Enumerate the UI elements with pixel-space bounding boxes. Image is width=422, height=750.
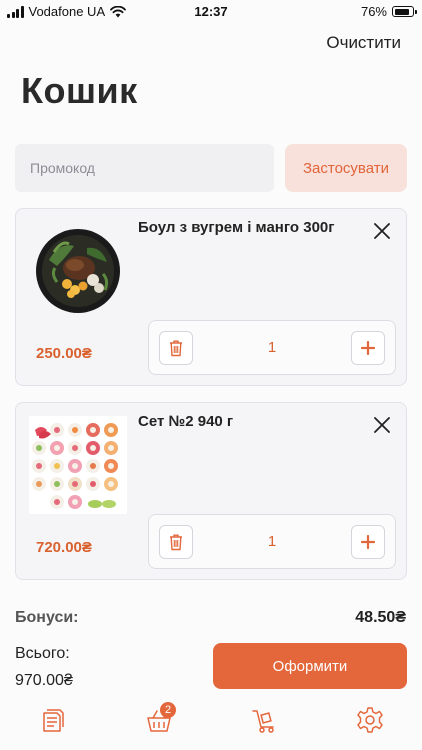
increase-quantity-button[interactable] — [351, 525, 385, 559]
battery-percent: 76% — [360, 4, 387, 19]
cart-count-badge: 2 — [160, 702, 176, 718]
battery-icon — [392, 6, 417, 17]
tab-delivery[interactable] — [249, 705, 279, 735]
checkout-button[interactable]: Оформити — [213, 643, 407, 689]
delivery-cart-icon — [252, 710, 274, 733]
tab-settings[interactable] — [355, 705, 385, 735]
increase-quantity-button[interactable] — [351, 331, 385, 365]
item-price: 720.00₴ — [36, 539, 92, 556]
total-value: 970.00₴ — [15, 672, 73, 689]
cart-item: Сет №2 940 г 720.00₴ 1 — [15, 402, 407, 580]
bowl-product-image — [36, 229, 120, 313]
menu-icon — [43, 709, 64, 732]
item-name: Боул з вугрем і манго 300г — [138, 219, 335, 236]
quantity-stepper: 1 — [148, 514, 396, 569]
bonus-value: 48.50₴ — [355, 609, 406, 626]
clock: 12:37 — [194, 4, 228, 19]
promo-code-input[interactable] — [15, 144, 274, 192]
item-price: 250.00₴ — [36, 345, 92, 362]
status-bar: Vodafone UA 12:37 76% — [0, 0, 422, 24]
quantity-stepper: 1 — [148, 320, 396, 375]
tab-menu[interactable] — [38, 705, 68, 735]
plus-icon — [361, 341, 375, 355]
remove-item-icon[interactable] — [371, 220, 393, 242]
clear-cart-button[interactable]: Очистити — [326, 33, 401, 53]
apply-promo-button[interactable]: Застосувати — [285, 144, 407, 192]
total-label: Всього: — [15, 645, 70, 662]
sushi-set-product-image — [29, 416, 127, 514]
remove-item-icon[interactable] — [371, 414, 393, 436]
cart-item: Боул з вугрем і манго 300г 250.00₴ 1 — [15, 208, 407, 386]
settings-icon — [357, 707, 383, 733]
bonus-label: Бонуси: — [15, 609, 79, 626]
page-title: Кошик — [21, 70, 138, 111]
plus-icon — [361, 535, 375, 549]
tab-cart[interactable]: 2 — [144, 702, 176, 735]
item-name: Сет №2 940 г — [138, 413, 234, 430]
tab-bar: 2 — [0, 700, 422, 750]
